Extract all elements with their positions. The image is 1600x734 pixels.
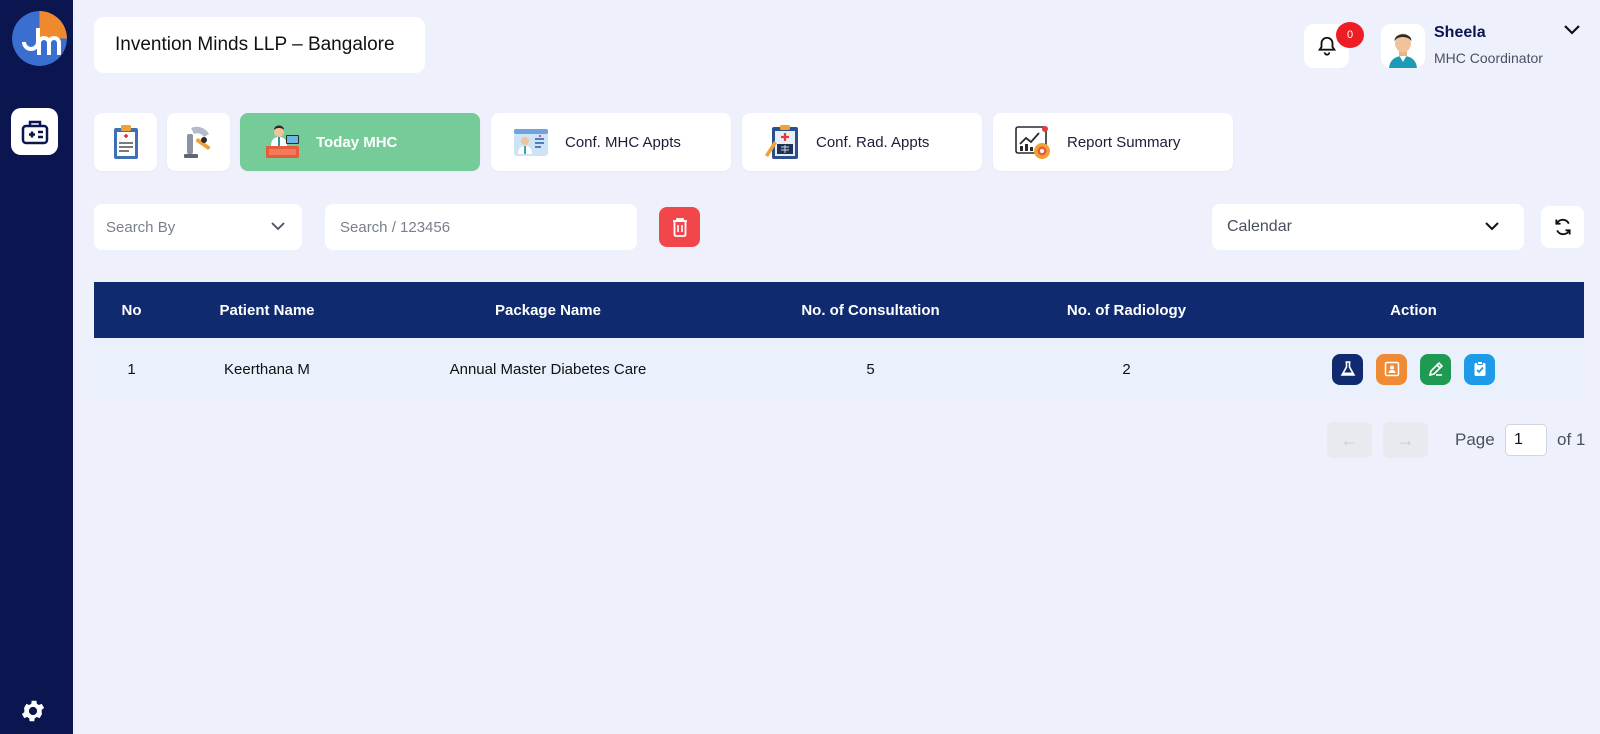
table-header: No Patient Name Package Name No. of Cons… (94, 282, 1584, 338)
clear-search-button[interactable] (659, 207, 700, 247)
cell-no: 1 (127, 360, 136, 378)
trash-icon (672, 218, 687, 237)
page-label: Page (1455, 430, 1495, 449)
next-page-button[interactable]: → (1383, 422, 1428, 458)
sidebar (0, 0, 73, 734)
search-input[interactable] (325, 204, 637, 250)
edit-icon (1428, 361, 1443, 377)
header-no: No (121, 301, 142, 319)
header-package-name: Package Name (495, 301, 601, 319)
patients-table: No Patient Name Package Name No. of Cons… (94, 282, 1584, 400)
tab-report-summary[interactable]: Report Summary (993, 113, 1233, 171)
user-name: Sheela (1434, 24, 1486, 41)
refresh-icon (1554, 218, 1571, 236)
header-action: Action (1390, 301, 1437, 319)
header-radiology: No. of Radiology (1066, 301, 1187, 319)
chevron-down-icon (1485, 222, 1499, 231)
id-card-icon (1384, 361, 1399, 377)
tab-conf-mhc-appts[interactable]: Conf. MHC Appts (491, 113, 731, 171)
table-row[interactable]: 1 Keerthana M Annual Master Diabetes Car… (94, 338, 1584, 400)
cell-patient-name: Keerthana M (224, 360, 310, 378)
user-menu-chevron-down-icon[interactable] (1562, 22, 1582, 38)
report-chart-icon (1015, 126, 1050, 159)
previous-page-button[interactable]: ← (1327, 422, 1372, 458)
tab-radiology[interactable] (167, 113, 230, 171)
tab-label: Conf. MHC Appts (565, 133, 681, 151)
tab-label: Report Summary (1067, 133, 1181, 151)
page-number-input[interactable] (1505, 424, 1547, 456)
user-role: MHC Coordinator (1434, 50, 1543, 66)
report-button[interactable] (1464, 353, 1495, 385)
clipboard-check-icon (1474, 361, 1485, 376)
chevron-down-icon (271, 222, 285, 231)
total-pages-label: of 1 (1557, 430, 1586, 449)
cell-radiology: 2 (1122, 360, 1131, 378)
edit-button[interactable] (1420, 353, 1451, 385)
cell-package-name: Annual Master Diabetes Care (449, 360, 647, 378)
patient-card-button[interactable] (1376, 353, 1407, 385)
calendar-label: Calendar (1227, 218, 1292, 235)
tab-label: Today MHC (316, 133, 398, 151)
refresh-button[interactable] (1541, 206, 1584, 248)
notification-count-badge: 0 (1336, 22, 1364, 48)
user-avatar[interactable] (1381, 24, 1425, 68)
radiology-machine-icon (183, 126, 210, 158)
flask-icon (1340, 361, 1355, 376)
doctor-desk-icon (266, 125, 299, 158)
clipboard-icon (113, 125, 138, 159)
calendar-dropdown[interactable]: Calendar (1212, 204, 1524, 250)
xray-clipboard-icon (765, 125, 798, 159)
settings-gear-icon[interactable] (19, 697, 47, 725)
search-by-label: Search By (106, 218, 176, 236)
company-name: Invention Minds LLP – Bangalore (94, 17, 425, 73)
cell-actions (1243, 353, 1584, 385)
bell-icon (1317, 36, 1336, 56)
medical-kit-icon (21, 120, 48, 144)
tab-label: Conf. Rad. Appts (816, 133, 930, 151)
sidebar-medical-kit-button[interactable] (11, 108, 58, 155)
app-logo[interactable] (12, 11, 67, 66)
cell-consultations: 5 (866, 360, 875, 378)
search-by-dropdown[interactable]: Search By (94, 204, 302, 250)
header-consultations: No. of Consultation (801, 301, 940, 319)
lab-test-button[interactable] (1332, 353, 1363, 385)
tab-clipboard[interactable] (94, 113, 157, 171)
tab-today-mhc[interactable]: Today MHC (240, 113, 480, 171)
doctor-card-icon (514, 129, 548, 156)
tab-conf-rad-appts[interactable]: Conf. Rad. Appts (742, 113, 982, 171)
header-patient-name: Patient Name (219, 301, 315, 319)
